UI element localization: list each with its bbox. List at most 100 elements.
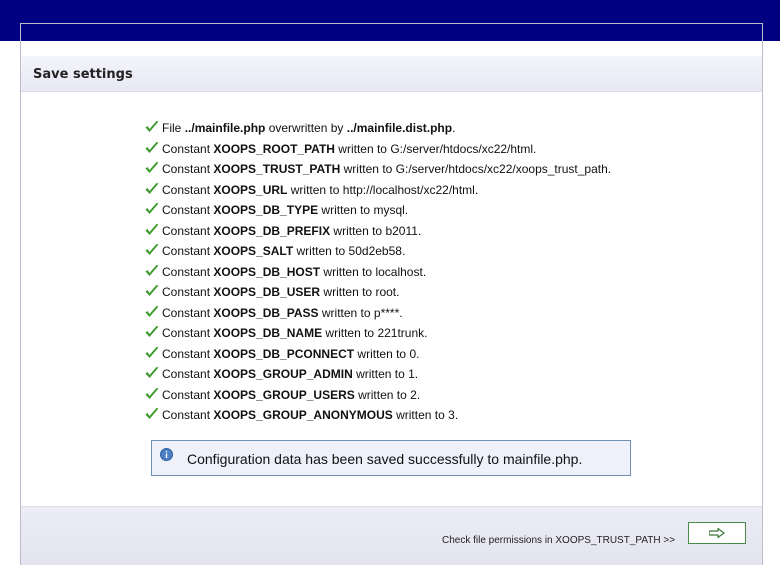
page-title: Save settings bbox=[33, 67, 133, 82]
log-text: File ../mainfile.php overwritten by ../m… bbox=[162, 120, 455, 136]
log-item: Constant XOOPS_URL written to http://loc… bbox=[144, 182, 611, 203]
log-action: written to bbox=[343, 162, 393, 176]
check-icon bbox=[145, 305, 159, 317]
log-item: Constant XOOPS_TRUST_PATH written to G:/… bbox=[144, 161, 611, 182]
log-suffix: . bbox=[401, 244, 406, 258]
log-value: http://localhost/xc22/html bbox=[342, 182, 475, 197]
log-value: localhost bbox=[375, 264, 423, 279]
arrow-right-icon bbox=[709, 528, 725, 538]
log-text: Constant XOOPS_DB_HOST written to localh… bbox=[162, 264, 426, 280]
log-constant-name: XOOPS_DB_HOST bbox=[213, 264, 321, 279]
log-action: written to bbox=[356, 367, 405, 381]
log-constant-name: XOOPS_GROUP_USERS bbox=[213, 387, 355, 402]
check-icon bbox=[145, 203, 159, 214]
log-prefix: Constant bbox=[162, 387, 211, 402]
log-item: Constant XOOPS_DB_TYPE written to mysql. bbox=[144, 202, 611, 223]
log-prefix: Constant bbox=[162, 264, 211, 279]
panel-top-strip bbox=[21, 24, 762, 41]
log-constant-name: ../mainfile.php bbox=[184, 121, 266, 135]
log-action: overwritten by bbox=[268, 121, 344, 135]
log-item: Constant XOOPS_DB_PCONNECT written to 0. bbox=[144, 346, 611, 367]
log-suffix: . bbox=[533, 141, 537, 156]
log-constant-name: XOOPS_DB_USER bbox=[213, 285, 321, 299]
log-suffix: . bbox=[422, 264, 427, 279]
log-value: 3 bbox=[448, 408, 455, 422]
check-icon bbox=[145, 285, 159, 296]
log-suffix: . bbox=[454, 408, 459, 422]
log-suffix: . bbox=[396, 285, 400, 299]
next-step-label: Check file permissions in XOOPS_TRUST_PA… bbox=[442, 535, 676, 546]
log-text: Constant XOOPS_GROUP_ANONYMOUS written t… bbox=[162, 407, 458, 423]
log-prefix: Constant bbox=[162, 244, 211, 258]
log-constant-name: XOOPS_URL bbox=[213, 182, 288, 197]
log-suffix: . bbox=[414, 367, 419, 381]
log-prefix: Constant bbox=[162, 346, 211, 361]
log-action: written to bbox=[325, 326, 375, 340]
log-suffix: . bbox=[452, 121, 456, 135]
log-prefix: Constant bbox=[162, 182, 211, 197]
message-text: Configuration data has been saved succes… bbox=[187, 451, 583, 467]
log-value: ../mainfile.dist.php bbox=[346, 121, 453, 135]
log-action: written to bbox=[290, 182, 340, 197]
log-action: written to bbox=[296, 244, 346, 258]
log-suffix: . bbox=[416, 387, 421, 402]
log-text: Constant XOOPS_TRUST_PATH written to G:/… bbox=[162, 161, 611, 177]
check-icon bbox=[145, 387, 159, 399]
log-constant-name: XOOPS_GROUP_ANONYMOUS bbox=[213, 408, 393, 422]
log-value: 221trunk bbox=[377, 326, 425, 340]
log-action: written to bbox=[321, 203, 371, 217]
log-action: written to bbox=[321, 305, 371, 320]
log-text: Constant XOOPS_URL written to http://loc… bbox=[162, 182, 478, 198]
log-constant-name: XOOPS_DB_PASS bbox=[213, 305, 319, 320]
log-suffix: . bbox=[417, 223, 422, 238]
log-value: mysql bbox=[373, 203, 405, 217]
log-text: Constant XOOPS_DB_PCONNECT written to 0. bbox=[162, 346, 419, 362]
log-item: Constant XOOPS_GROUP_ADMIN written to 1. bbox=[144, 366, 611, 387]
log-constant-name: XOOPS_DB_PCONNECT bbox=[213, 346, 355, 361]
log-item: Constant XOOPS_DB_PREFIX written to b201… bbox=[144, 223, 611, 244]
log-prefix: Constant bbox=[162, 223, 211, 238]
log-suffix: . bbox=[399, 305, 403, 320]
log-text: Constant XOOPS_DB_PREFIX written to b201… bbox=[162, 223, 421, 239]
log-prefix: Constant bbox=[162, 203, 211, 217]
log-list: File ../mainfile.php overwritten by ../m… bbox=[144, 120, 611, 428]
check-icon bbox=[145, 182, 159, 194]
panel-footer: Check file permissions in XOOPS_TRUST_PA… bbox=[21, 506, 762, 565]
log-text: Constant XOOPS_GROUP_ADMIN written to 1. bbox=[162, 366, 418, 382]
log-action: written to bbox=[396, 408, 445, 422]
check-icon bbox=[145, 408, 159, 419]
log-constant-name: XOOPS_ROOT_PATH bbox=[213, 141, 335, 156]
log-action: written to bbox=[338, 141, 387, 156]
log-text: Constant XOOPS_SALT written to 50d2eb58. bbox=[162, 243, 405, 259]
log-value: p**** bbox=[373, 305, 400, 320]
check-icon bbox=[145, 346, 159, 358]
log-item: Constant XOOPS_ROOT_PATH written to G:/s… bbox=[144, 141, 611, 162]
check-icon bbox=[145, 326, 159, 337]
log-action: written to bbox=[323, 285, 373, 299]
next-button[interactable] bbox=[688, 522, 746, 544]
log-prefix: Constant bbox=[162, 141, 211, 156]
log-action: written to bbox=[323, 264, 373, 279]
info-icon bbox=[160, 448, 173, 461]
log-constant-name: XOOPS_GROUP_ADMIN bbox=[213, 367, 353, 381]
log-item: Constant XOOPS_SALT written to 50d2eb58. bbox=[144, 243, 611, 264]
log-constant-name: XOOPS_SALT bbox=[213, 244, 294, 258]
log-text: Constant XOOPS_DB_USER written to root. bbox=[162, 284, 399, 300]
log-prefix: Constant bbox=[162, 367, 211, 381]
log-action: written to bbox=[358, 387, 407, 402]
log-constant-name: XOOPS_TRUST_PATH bbox=[213, 162, 341, 176]
check-icon bbox=[145, 162, 159, 173]
log-value: b2011 bbox=[385, 223, 418, 238]
log-value: 2 bbox=[410, 387, 417, 402]
log-action: written to bbox=[357, 346, 407, 361]
log-value: root bbox=[375, 285, 397, 299]
log-constant-name: XOOPS_DB_TYPE bbox=[213, 203, 319, 217]
log-prefix: File bbox=[162, 121, 182, 135]
check-icon bbox=[145, 121, 159, 132]
log-action: written to bbox=[333, 223, 383, 238]
log-item: Constant XOOPS_GROUP_ANONYMOUS written t… bbox=[144, 407, 611, 428]
log-suffix: . bbox=[424, 326, 428, 340]
success-message: Configuration data has been saved succes… bbox=[151, 440, 631, 476]
check-icon bbox=[145, 244, 159, 255]
log-prefix: Constant bbox=[162, 305, 211, 320]
